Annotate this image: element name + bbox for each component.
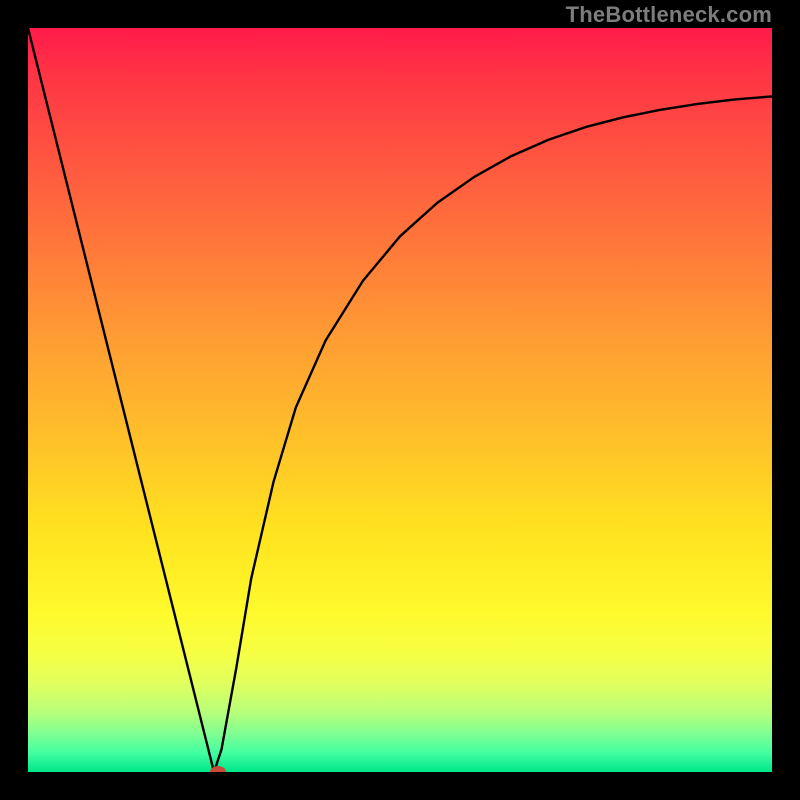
line-curve [28,28,772,772]
plot-area [28,28,772,772]
watermark: TheBottleneck.com [566,2,772,28]
chart-frame: TheBottleneck.com [0,0,800,800]
curve-path [28,28,772,772]
optimal-point-marker [210,766,226,772]
